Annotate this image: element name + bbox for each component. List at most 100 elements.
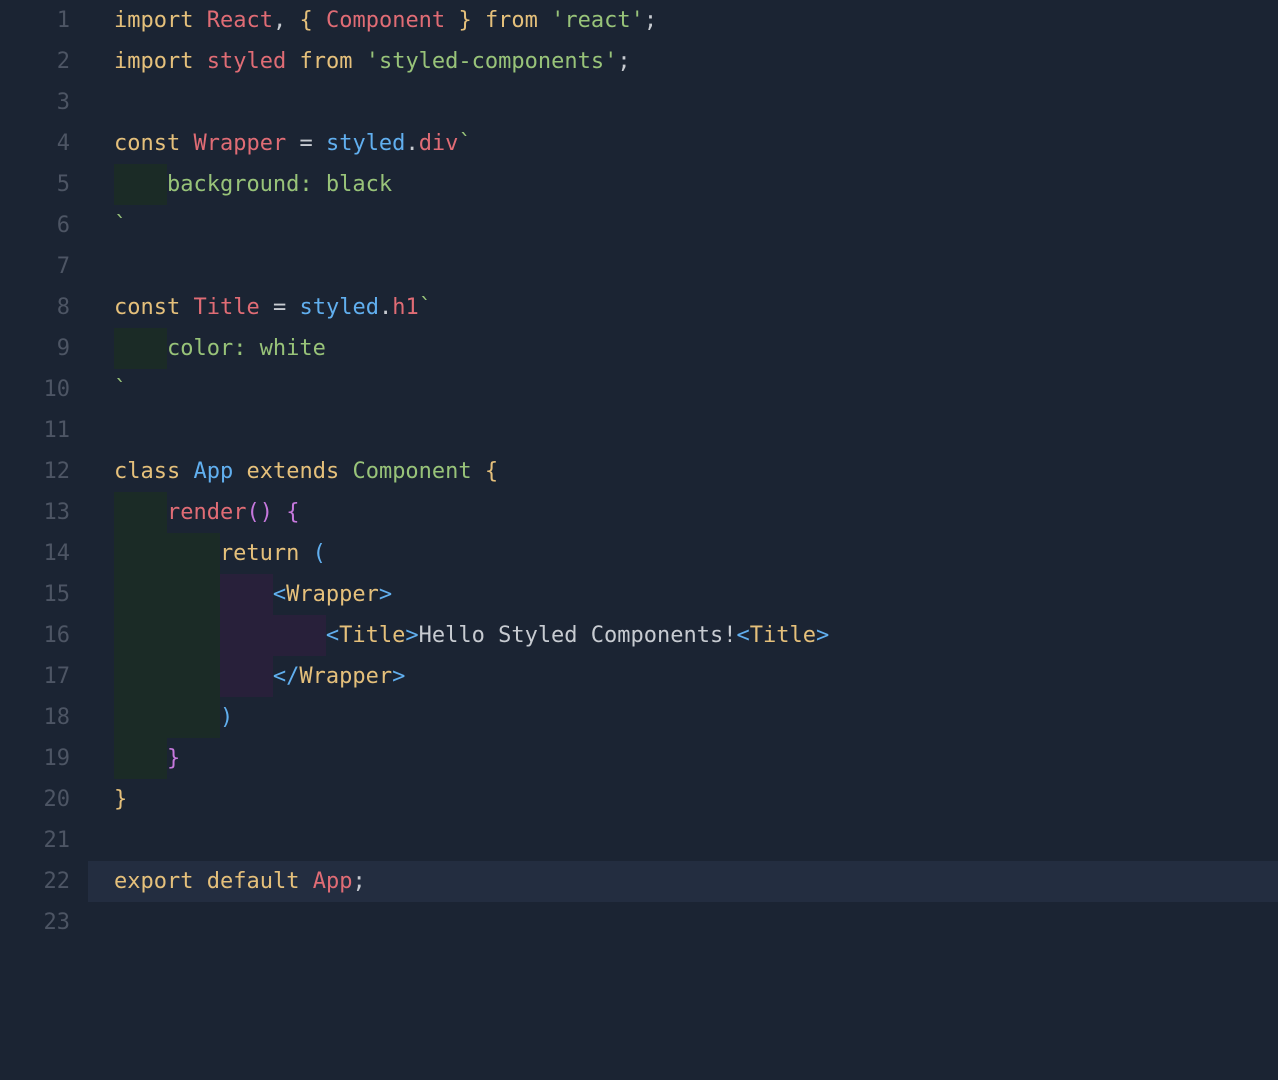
token-paren: () [246, 500, 273, 525]
indent-guide [167, 615, 220, 656]
token-keyword: default [207, 869, 300, 894]
token-punctuation: , [273, 8, 286, 33]
token-identifier: Component [326, 8, 445, 33]
code-line[interactable]: return ( [114, 533, 1278, 574]
code-line[interactable]: <Wrapper> [114, 574, 1278, 615]
token-jsx-bracket: </ [273, 664, 300, 689]
code-line[interactable] [114, 410, 1278, 451]
line-number: 11 [0, 410, 70, 451]
code-line[interactable]: const Title = styled.h1` [114, 287, 1278, 328]
token-identifier: div [419, 131, 459, 156]
code-line[interactable]: render() { [114, 492, 1278, 533]
token-identifier: App [313, 869, 353, 894]
indent-guide [273, 615, 326, 656]
token-jsx-tag: Wrapper [286, 582, 379, 607]
code-line[interactable]: class App extends Component { [114, 451, 1278, 492]
token-identifier: styled [326, 131, 405, 156]
line-number: 7 [0, 246, 70, 287]
token-brace: { [485, 459, 498, 484]
token-template: ` [114, 377, 127, 402]
token-identifier: styled [207, 49, 286, 74]
token-punctuation: ; [617, 49, 630, 74]
token-brace: { [286, 500, 299, 525]
indent-guide [167, 574, 220, 615]
code-line[interactable]: import React, { Component } from 'react'… [114, 0, 1278, 41]
token-punctuation: . [405, 131, 418, 156]
token-keyword: import [114, 8, 193, 33]
line-number: 15 [0, 574, 70, 615]
token-paren: ) [220, 705, 233, 730]
token-jsx-bracket: < [273, 582, 286, 607]
token-css: color: white [167, 336, 326, 361]
token-keyword: from [299, 49, 352, 74]
code-area[interactable]: import React, { Component } from 'react'… [88, 0, 1278, 1080]
line-number: 20 [0, 779, 70, 820]
indent-guide [167, 656, 220, 697]
line-number: 22 [0, 861, 70, 902]
code-line[interactable] [114, 820, 1278, 861]
token-string: 'styled-components' [366, 49, 618, 74]
line-number: 5 [0, 164, 70, 205]
token-identifier: React [207, 8, 273, 33]
line-number: 18 [0, 697, 70, 738]
code-line[interactable] [114, 246, 1278, 287]
token-jsx-bracket: < [326, 623, 339, 648]
code-line[interactable]: ` [114, 205, 1278, 246]
line-number: 19 [0, 738, 70, 779]
code-line[interactable]: } [114, 779, 1278, 820]
token-jsx-tag: Title [339, 623, 405, 648]
token-punctuation: ; [352, 869, 365, 894]
token-template: ` [419, 295, 432, 320]
token-keyword: import [114, 49, 193, 74]
token-css: background: black [167, 172, 392, 197]
line-number: 4 [0, 123, 70, 164]
token-keyword: return [220, 541, 299, 566]
token-operator: = [299, 131, 312, 156]
token-keyword: class [114, 459, 180, 484]
token-operator: = [273, 295, 286, 320]
token-keyword: extends [246, 459, 339, 484]
code-line[interactable]: import styled from 'styled-components'; [114, 41, 1278, 82]
token-keyword: export [114, 869, 193, 894]
code-line[interactable]: </Wrapper> [114, 656, 1278, 697]
indent-guide [220, 615, 273, 656]
line-number: 17 [0, 656, 70, 697]
token-punctuation: . [379, 295, 392, 320]
code-line[interactable]: <Title>Hello Styled Components!<Title> [114, 615, 1278, 656]
indent-guide [114, 615, 167, 656]
indent-guide [167, 697, 220, 738]
code-line[interactable]: ) [114, 697, 1278, 738]
line-number-gutter: 1 2 3 4 5 6 7 8 9 10 11 12 13 14 15 16 1… [0, 0, 88, 1080]
code-line[interactable] [114, 82, 1278, 123]
token-string: 'react' [551, 8, 644, 33]
code-editor[interactable]: 1 2 3 4 5 6 7 8 9 10 11 12 13 14 15 16 1… [0, 0, 1278, 1080]
code-line-active[interactable]: export default App; [114, 861, 1278, 902]
token-jsx-bracket: > [816, 623, 829, 648]
token-keyword: from [485, 8, 538, 33]
token-class-name: App [193, 459, 233, 484]
line-number: 8 [0, 287, 70, 328]
token-brace: } [458, 8, 471, 33]
token-template: ` [114, 213, 127, 238]
code-line[interactable] [114, 902, 1278, 943]
line-number: 12 [0, 451, 70, 492]
token-punctuation: ; [644, 8, 657, 33]
line-number: 10 [0, 369, 70, 410]
code-line[interactable]: background: black [114, 164, 1278, 205]
indent-guide [114, 574, 167, 615]
token-brace: } [167, 746, 180, 771]
code-line[interactable]: } [114, 738, 1278, 779]
indent-guide [114, 533, 167, 574]
token-function-name: render [167, 500, 246, 525]
line-number: 9 [0, 328, 70, 369]
code-line[interactable]: color: white [114, 328, 1278, 369]
code-line[interactable]: const Wrapper = styled.div` [114, 123, 1278, 164]
indent-guide [114, 656, 167, 697]
indent-guide [114, 738, 167, 779]
token-identifier: h1 [392, 295, 419, 320]
token-brace: } [114, 787, 127, 812]
token-jsx-tag: Wrapper [299, 664, 392, 689]
line-number: 23 [0, 902, 70, 943]
token-keyword: const [114, 295, 180, 320]
code-line[interactable]: ` [114, 369, 1278, 410]
